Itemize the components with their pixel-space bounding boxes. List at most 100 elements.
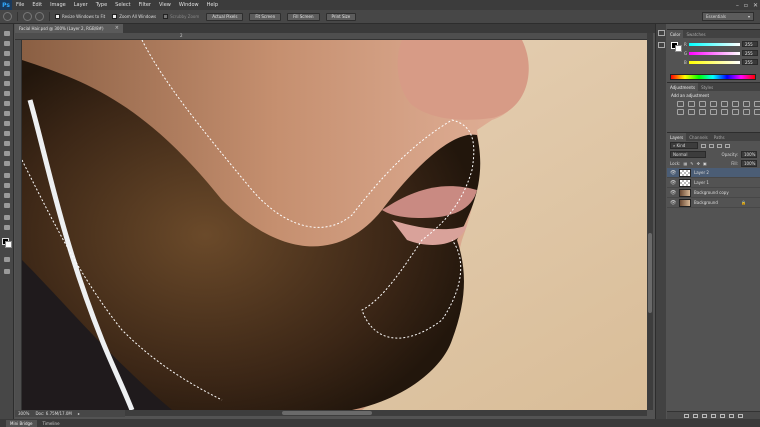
eye-icon[interactable]: 👁 bbox=[670, 180, 676, 186]
quick-mask-icon[interactable] bbox=[3, 256, 11, 263]
tab-swatches[interactable]: Swatches bbox=[683, 30, 708, 38]
menu-view[interactable]: View bbox=[155, 2, 175, 8]
print-size-button[interactable]: Print Size bbox=[325, 12, 357, 21]
gradient-tool-icon[interactable] bbox=[3, 140, 11, 147]
tab-layers[interactable]: Layers bbox=[667, 133, 687, 141]
red-slider[interactable] bbox=[688, 42, 740, 46]
dodge-tool-icon[interactable] bbox=[3, 160, 11, 167]
actual-pixels-button[interactable]: Actual Pixels bbox=[206, 12, 244, 21]
opacity-input[interactable]: 100% bbox=[741, 151, 757, 158]
invert-icon[interactable] bbox=[710, 109, 717, 115]
zoom-tool-icon[interactable] bbox=[3, 224, 11, 231]
menu-layer[interactable]: Layer bbox=[70, 2, 92, 8]
hand-tool-icon[interactable] bbox=[3, 214, 11, 221]
tab-channels[interactable]: Channels bbox=[686, 133, 711, 141]
red-value-input[interactable]: 255 bbox=[742, 41, 758, 47]
layer-filter-select[interactable]: ⌕ Kind bbox=[670, 142, 698, 149]
lock-position-icon[interactable]: ✥ bbox=[697, 161, 700, 166]
fit-screen-button[interactable]: Fit Screen bbox=[249, 12, 282, 21]
pen-tool-icon[interactable] bbox=[3, 172, 11, 179]
menu-select[interactable]: Select bbox=[111, 2, 134, 8]
background-swatch[interactable] bbox=[675, 45, 682, 52]
tab-paths[interactable]: Paths bbox=[711, 133, 728, 141]
green-slider[interactable] bbox=[689, 51, 740, 55]
lasso-tool-icon[interactable] bbox=[3, 50, 11, 57]
curves-icon[interactable] bbox=[699, 101, 706, 107]
move-tool-icon[interactable] bbox=[3, 30, 11, 37]
exposure-icon[interactable] bbox=[710, 101, 717, 107]
close-icon[interactable]: × bbox=[115, 25, 119, 31]
checkbox-box[interactable] bbox=[163, 14, 169, 19]
green-value-input[interactable]: 255 bbox=[742, 50, 758, 56]
layer-style-icon[interactable] bbox=[693, 413, 698, 418]
vibrance-icon[interactable] bbox=[721, 101, 728, 107]
close-icon[interactable]: ✕ bbox=[753, 2, 758, 9]
document-canvas[interactable] bbox=[22, 40, 647, 410]
black-white-icon[interactable] bbox=[754, 101, 760, 107]
crop-tool-icon[interactable] bbox=[3, 70, 11, 77]
vertical-scrollbar[interactable] bbox=[647, 33, 653, 410]
fill-input[interactable]: 100% bbox=[741, 160, 757, 167]
hue-saturation-icon[interactable] bbox=[732, 101, 739, 107]
resize-windows-checkbox[interactable]: Resize Windows to Fit bbox=[55, 14, 105, 19]
quick-select-tool-icon[interactable] bbox=[3, 60, 11, 67]
scrollbar-thumb[interactable] bbox=[282, 411, 372, 415]
blur-tool-icon[interactable] bbox=[3, 150, 11, 157]
levels-icon[interactable] bbox=[688, 101, 695, 107]
channel-mixer-icon[interactable] bbox=[688, 109, 695, 115]
history-panel-icon[interactable] bbox=[658, 30, 665, 36]
menu-filter[interactable]: Filter bbox=[135, 2, 155, 8]
color-balance-icon[interactable] bbox=[743, 101, 750, 107]
pixel-filter-icon[interactable] bbox=[701, 143, 706, 148]
maximize-icon[interactable]: ▫ bbox=[744, 2, 748, 9]
posterize-icon[interactable] bbox=[721, 109, 728, 115]
properties-panel-icon[interactable] bbox=[658, 42, 665, 48]
menu-help[interactable]: Help bbox=[203, 2, 222, 8]
marquee-tool-icon[interactable] bbox=[3, 40, 11, 47]
eraser-tool-icon[interactable] bbox=[3, 130, 11, 137]
horizontal-scrollbar[interactable] bbox=[42, 410, 647, 416]
shape-tool-icon[interactable] bbox=[3, 202, 11, 209]
checkbox-box[interactable] bbox=[55, 14, 60, 19]
clone-stamp-tool-icon[interactable] bbox=[3, 110, 11, 117]
eye-icon[interactable]: 👁 bbox=[670, 170, 676, 176]
scrollbar-thumb[interactable] bbox=[648, 233, 652, 313]
type-tool-icon[interactable] bbox=[3, 182, 11, 189]
workspace-select[interactable]: Essentials ▾ bbox=[702, 12, 754, 21]
chevron-right-icon[interactable]: ▸ bbox=[78, 411, 80, 416]
blue-value-input[interactable]: 255 bbox=[742, 59, 758, 65]
zoom-all-windows-checkbox[interactable]: Zoom All Windows bbox=[112, 14, 156, 19]
zoom-level[interactable]: 300% bbox=[18, 411, 29, 416]
tab-color[interactable]: Color bbox=[667, 30, 684, 38]
menu-file[interactable]: File bbox=[12, 2, 28, 8]
menu-edit[interactable]: Edit bbox=[28, 2, 46, 8]
zoom-out-icon[interactable] bbox=[35, 12, 44, 21]
healing-brush-tool-icon[interactable] bbox=[3, 90, 11, 97]
background-color-icon[interactable] bbox=[5, 241, 12, 248]
type-filter-icon[interactable] bbox=[717, 143, 722, 148]
lock-all-icon[interactable]: ▣ bbox=[703, 161, 707, 166]
lock-transparent-icon[interactable]: ▦ bbox=[683, 161, 687, 166]
menu-window[interactable]: Window bbox=[175, 2, 203, 8]
color-lookup-icon[interactable] bbox=[699, 109, 706, 115]
screen-mode-icon[interactable] bbox=[3, 268, 11, 275]
brightness-contrast-icon[interactable] bbox=[677, 101, 684, 107]
tab-styles[interactable]: Styles bbox=[698, 83, 716, 91]
selective-color-icon[interactable] bbox=[754, 109, 760, 115]
menu-type[interactable]: Type bbox=[92, 2, 111, 8]
lock-pixels-icon[interactable]: ✎ bbox=[690, 161, 693, 166]
threshold-icon[interactable] bbox=[732, 109, 739, 115]
layer-row[interactable]: 👁 Background 🔒 bbox=[667, 198, 760, 208]
adjustment-filter-icon[interactable] bbox=[709, 143, 714, 148]
history-brush-tool-icon[interactable] bbox=[3, 120, 11, 127]
scrubby-zoom-checkbox[interactable]: Scrubby Zoom bbox=[163, 14, 199, 19]
layer-row[interactable]: 👁 Background copy bbox=[667, 188, 760, 198]
checkbox-box[interactable] bbox=[112, 14, 118, 19]
trash-icon[interactable] bbox=[738, 413, 743, 418]
blend-mode-select[interactable]: Normal bbox=[670, 151, 706, 158]
brush-tool-icon[interactable] bbox=[3, 100, 11, 107]
tab-adjustments[interactable]: Adjustments bbox=[667, 83, 699, 91]
layer-row[interactable]: 👁 Layer 1 bbox=[667, 178, 760, 188]
path-select-tool-icon[interactable] bbox=[3, 192, 11, 199]
gradient-map-icon[interactable] bbox=[743, 109, 750, 115]
